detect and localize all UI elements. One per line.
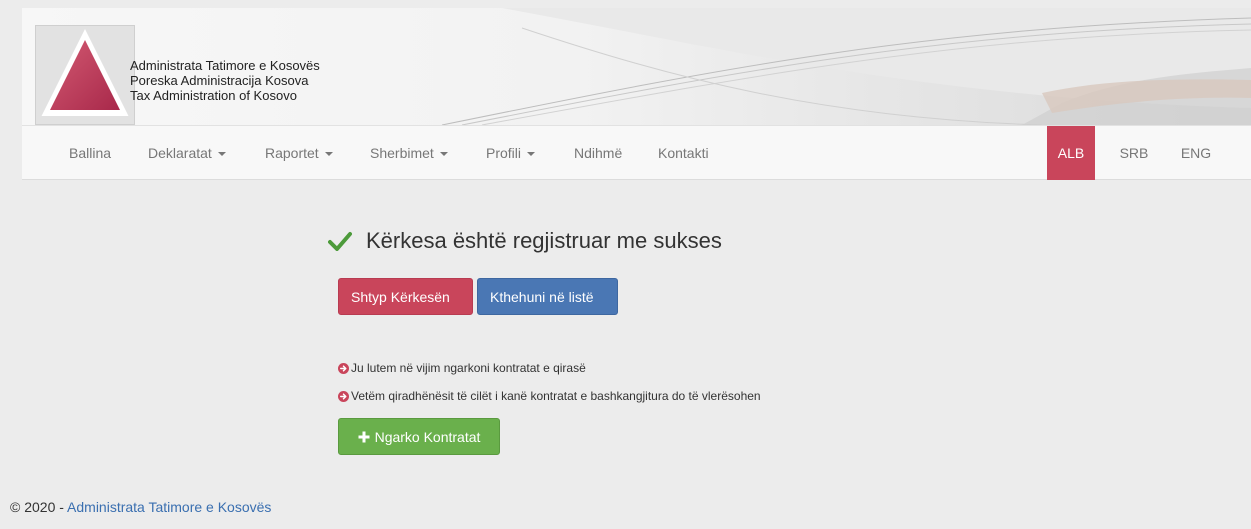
upload-contracts-button[interactable]: Ngarko Kontratat	[338, 418, 500, 455]
plus-icon	[358, 431, 370, 443]
lang-eng[interactable]: ENG	[1175, 126, 1217, 180]
logo-frame	[35, 25, 135, 125]
org-name-eng: Tax Administration of Kosovo	[130, 88, 297, 103]
arrow-circle-right-icon	[338, 390, 349, 402]
nav-ballina[interactable]: Ballina	[69, 126, 111, 180]
org-name-srb: Poreska Administracija Kosova	[130, 73, 309, 88]
nav-sherbimet[interactable]: Sherbimet	[370, 126, 448, 180]
chevron-down-icon	[324, 152, 333, 157]
print-request-button[interactable]: Shtyp Kërkesën	[338, 278, 473, 315]
arrow-circle-right-icon	[338, 362, 349, 374]
footer-copyright: © 2020 -	[10, 499, 68, 515]
lang-srb[interactable]: SRB	[1114, 126, 1154, 180]
main-navbar: Ballina Deklaratat Raportet Sherbimet Pr…	[22, 125, 1251, 180]
nav-raportet[interactable]: Raportet	[265, 126, 333, 180]
footer: © 2020 - Administrata Tatimore e Kosovës	[10, 499, 271, 515]
success-message: Kërkesa është regjistruar me sukses	[366, 228, 722, 253]
nav-ndihme[interactable]: Ndihmë	[574, 126, 622, 180]
back-to-list-button[interactable]: Kthehuni në listë	[477, 278, 618, 315]
info-upload-contracts: Ju lutem në vijim ngarkoni kontratat e q…	[338, 361, 586, 375]
nav-profili[interactable]: Profili	[486, 126, 536, 180]
info-landlords-evaluated: Vetëm qiradhënësit të cilët i kanë kontr…	[338, 389, 761, 403]
footer-link[interactable]: Administrata Tatimore e Kosovës	[67, 499, 271, 515]
checkmark-icon	[328, 232, 352, 251]
chevron-down-icon	[217, 152, 226, 157]
organization-name: Administrata Tatimore e Kosovës Poreska …	[130, 58, 320, 103]
chevron-down-icon	[439, 152, 448, 157]
org-name-alb: Administrata Tatimore e Kosovës	[130, 58, 320, 73]
header-banner: Administrata Tatimore e Kosovës Poreska …	[22, 8, 1251, 125]
page: Administrata Tatimore e Kosovës Poreska …	[0, 0, 1251, 529]
triangle-logo-icon	[41, 29, 129, 116]
lang-alb[interactable]: ALB	[1047, 126, 1095, 180]
chevron-down-icon	[527, 152, 536, 157]
nav-kontakti[interactable]: Kontakti	[658, 126, 709, 180]
nav-deklaratat[interactable]: Deklaratat	[148, 126, 226, 180]
success-message-row: Kërkesa është regjistruar me sukses	[328, 226, 722, 256]
